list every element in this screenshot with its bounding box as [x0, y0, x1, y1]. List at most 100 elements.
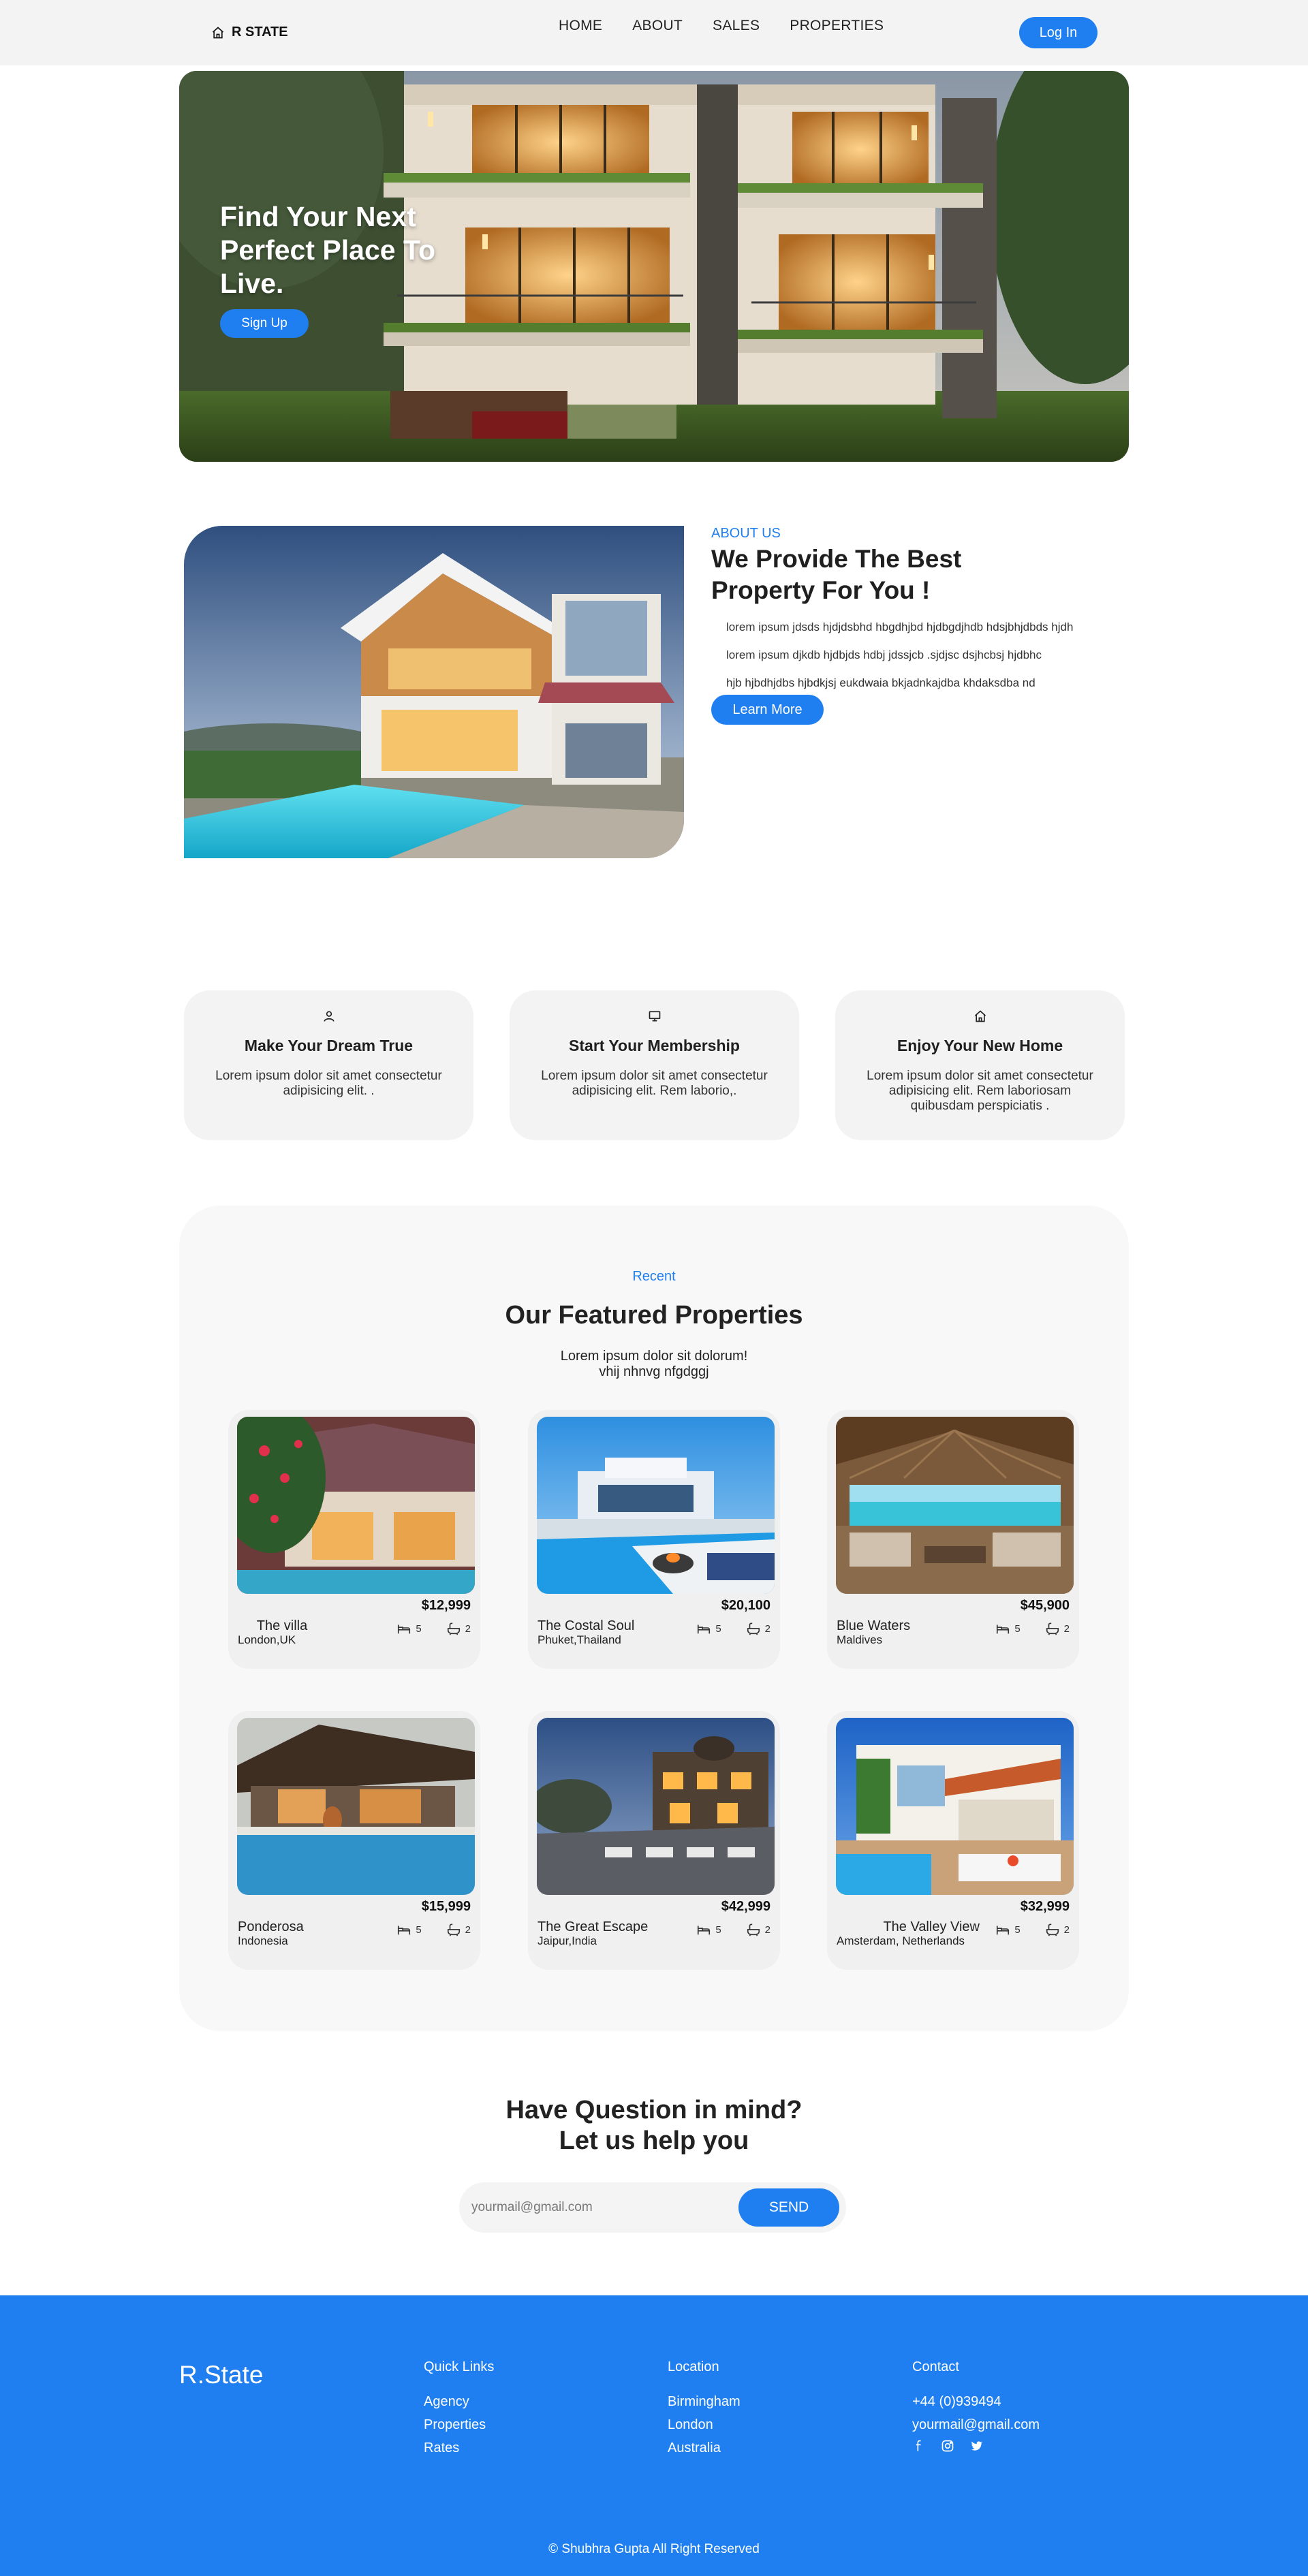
facebook-icon[interactable] [912, 2439, 926, 2453]
footer-email[interactable]: yourmail@gmail.com [912, 2413, 1040, 2436]
footer-link-properties[interactable]: Properties [424, 2413, 494, 2436]
property-name: Blue Waters [837, 1618, 911, 1633]
bath-icon [747, 1622, 760, 1635]
feature-title: Enjoy Your New Home [897, 1037, 1063, 1054]
footer-phone: +44 (0)939494 [912, 2394, 1001, 2409]
property-name: The Great Escape [538, 1919, 649, 1934]
footer-heading: Location [668, 2359, 719, 2374]
property-name: The Costal Soul [538, 1618, 635, 1633]
nav-link-home[interactable]: HOME [559, 18, 602, 34]
feature-text: Lorem ipsum dolor sit amet consectetur a… [215, 1069, 442, 1098]
bath-icon [1046, 1622, 1059, 1635]
email-input[interactable] [469, 2192, 748, 2223]
copyright: © Shubhra Gupta All Right Reserved [548, 2542, 760, 2556]
feature-text: Lorem ipsum dolor sit amet consectetur a… [541, 1069, 768, 1098]
property-image [237, 1417, 475, 1594]
user-icon [324, 1011, 334, 1022]
bath-count: 2 [465, 1622, 471, 1635]
property-card-costal-soul[interactable]: $20,100 The Costal Soul Phuket,Thailand … [528, 1410, 780, 1669]
about-description: lorem ipsum jdsds hjdjdsbhd hbgdhjbd hjd… [726, 613, 1073, 697]
property-location: Maldives [837, 1633, 883, 1646]
about-kicker: ABOUT US [711, 526, 781, 541]
property-price: $32,999 [1020, 1899, 1070, 1914]
property-card-valley-view[interactable]: $32,999 The Valley View Amsterdam, Nethe… [827, 1711, 1079, 1970]
bed-icon [997, 1926, 1010, 1935]
newsletter-form: SEND [459, 2182, 846, 2233]
send-button[interactable]: SEND [738, 2188, 839, 2227]
bed-icon [398, 1926, 411, 1935]
about-line: hjb hjbdhjdbs hjbdkjsj eukdwaia bkjadnka… [726, 676, 1036, 689]
property-location: Jaipur,India [538, 1934, 597, 1947]
signup-button[interactable]: Sign Up [220, 309, 309, 338]
footer-location: Location Birmingham London Australia [668, 2359, 741, 2460]
property-card-great-escape[interactable]: $42,999 The Great Escape Jaipur,India 5 … [528, 1711, 780, 1970]
social-links [912, 2439, 1040, 2453]
footer-heading: Quick Links [424, 2359, 495, 2374]
about-line: lorem ipsum jdsds hjdjdsbhd hbgdhjbd hjd… [726, 621, 1074, 633]
footer-link-australia[interactable]: Australia [668, 2436, 741, 2460]
hero-banner: Find Your Next Perfect Place To Live. Si… [179, 71, 1129, 462]
about-title: We Provide The Best Property For You ! [711, 545, 962, 604]
property-card-blue-waters[interactable]: $45,900 Blue Waters Maldives 5 2 [827, 1410, 1079, 1669]
twitter-icon[interactable] [969, 2439, 983, 2453]
nav-link-about[interactable]: ABOUT [632, 18, 683, 34]
bath-icon [1046, 1923, 1059, 1936]
footer-link-london[interactable]: London [668, 2413, 741, 2436]
property-name: The Valley View [883, 1919, 980, 1934]
property-card-ponderosa[interactable]: $15,999 Ponderosa Indonesia 5 2 [228, 1711, 480, 1970]
feature-title: Start Your Membership [569, 1037, 740, 1054]
footer-link-rates[interactable]: Rates [424, 2436, 494, 2460]
property-amenities: 5 2 [396, 1621, 471, 1636]
footer-heading: Contact [912, 2359, 959, 2374]
bed-icon [698, 1624, 711, 1634]
home-icon [974, 1010, 986, 1022]
property-card-villa[interactable]: $12,999 The villa London,UK 5 2 [228, 1410, 480, 1669]
monitor-icon [649, 1011, 660, 1022]
property-location: Amsterdam, Netherlands [837, 1934, 965, 1947]
footer-link-birmingham[interactable]: Birmingham [668, 2390, 741, 2413]
featured-subtitle: Lorem ipsum dolor sit dolorum! vhij nhnv… [179, 1349, 1129, 1380]
instagram-icon[interactable] [941, 2439, 954, 2453]
bath-count: 2 [465, 1923, 471, 1936]
bed-count: 5 [715, 1622, 721, 1635]
learn-more-button[interactable]: Learn More [711, 695, 824, 725]
footer-contact: Contact +44 (0)939494 yourmail@gmail.com [912, 2359, 1040, 2453]
brand-logo[interactable]: R STATE [211, 25, 288, 40]
property-image [537, 1417, 775, 1594]
about-line: lorem ipsum djkdb hjdbjds hdbj jdssjcb .… [726, 648, 1042, 661]
footer-brand[interactable]: R.State [179, 2361, 263, 2389]
bed-count: 5 [1014, 1622, 1021, 1635]
villa-pool-image [184, 526, 684, 858]
property-name: The villa [256, 1618, 308, 1633]
nav-link-sales[interactable]: SALES [713, 18, 760, 34]
bed-count: 5 [715, 1923, 721, 1936]
login-button[interactable]: Log In [1019, 17, 1097, 48]
bath-count: 2 [1063, 1622, 1070, 1635]
property-amenities: 5 2 [696, 1922, 770, 1937]
property-amenities: 5 2 [696, 1621, 770, 1636]
footer-link-agency[interactable]: Agency [424, 2390, 494, 2413]
property-name: Ponderosa [238, 1919, 304, 1934]
property-price: $12,999 [421, 1598, 471, 1613]
bed-count: 5 [416, 1622, 422, 1635]
hero-title: Find Your Next Perfect Place To Live. [220, 201, 435, 299]
bed-count: 5 [1014, 1923, 1021, 1936]
property-image [836, 1417, 1074, 1594]
nav-link-properties[interactable]: PROPERTIES [790, 18, 884, 34]
bed-icon [698, 1926, 711, 1935]
bath-icon [747, 1923, 760, 1936]
property-price: $20,100 [721, 1598, 770, 1613]
property-image [237, 1718, 475, 1895]
footer: R.State Quick Links Agency Properties Ra… [0, 2295, 1308, 2576]
main-nav: HOME ABOUT SALES PROPERTIES [559, 18, 884, 34]
blue-waters-image [836, 1417, 1074, 1594]
featured-title: Our Featured Properties [505, 1301, 803, 1330]
great-escape-image [537, 1718, 775, 1895]
feature-card-home: Enjoy Your New Home Lorem ipsum dolor si… [835, 990, 1125, 1140]
bath-count: 2 [764, 1923, 770, 1936]
bath-count: 2 [764, 1622, 770, 1635]
property-amenities: 5 2 [396, 1922, 471, 1937]
feature-title: Make Your Dream True [244, 1037, 414, 1054]
villa-image [237, 1417, 475, 1594]
property-amenities: 5 2 [995, 1922, 1070, 1937]
